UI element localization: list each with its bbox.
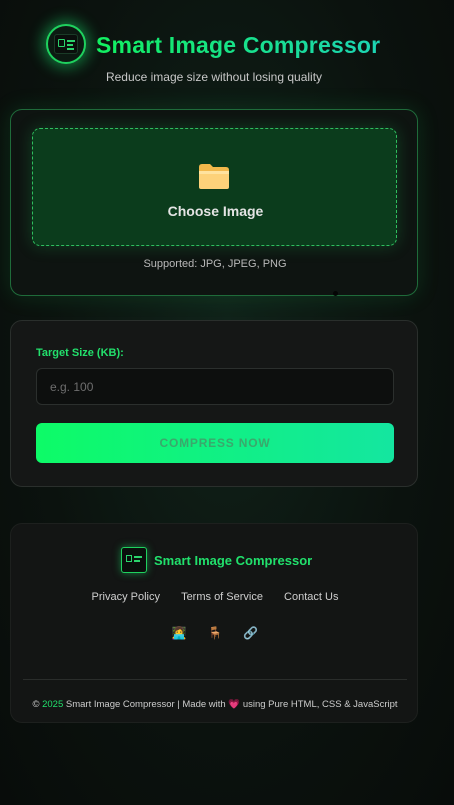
compress-logo-icon bbox=[46, 24, 86, 64]
footer-brand: Smart Image Compressor bbox=[154, 553, 313, 568]
footer-logo-icon bbox=[121, 547, 147, 573]
developer-icon[interactable]: 👩‍💻 bbox=[171, 625, 187, 641]
chair-icon[interactable]: 🪑 bbox=[207, 625, 223, 641]
copyright: © 2025 Smart Image Compressor | Made wit… bbox=[11, 699, 419, 710]
link-icon[interactable]: 🔗 bbox=[243, 625, 259, 641]
choose-image-dropzone[interactable]: Choose Image bbox=[32, 128, 397, 246]
logo-mark bbox=[54, 34, 78, 54]
target-size-input[interactable] bbox=[36, 368, 394, 405]
copyright-year: 2025 bbox=[42, 699, 64, 710]
choose-image-label: Choose Image bbox=[167, 203, 264, 219]
compress-now-button[interactable]: COMPRESS NOW bbox=[36, 423, 394, 463]
footer: Smart Image Compressor Privacy Policy Te… bbox=[10, 523, 418, 723]
app-title: Smart Image Compressor bbox=[96, 32, 381, 58]
footer-divider bbox=[23, 679, 407, 680]
decorative-dot bbox=[333, 291, 338, 296]
compress-card: Target Size (KB): COMPRESS NOW bbox=[10, 320, 418, 487]
footer-links: Privacy Policy Terms of Service Contact … bbox=[11, 591, 419, 603]
supported-formats: Supported: JPG, JPEG, PNG bbox=[143, 258, 287, 270]
privacy-policy-link[interactable]: Privacy Policy bbox=[92, 591, 160, 603]
app-subtitle: Reduce image size without losing quality bbox=[105, 70, 323, 84]
page: Smart Image Compressor Reduce image size… bbox=[0, 0, 454, 805]
terms-of-service-link[interactable]: Terms of Service bbox=[181, 591, 263, 603]
target-size-label: Target Size (KB): bbox=[36, 347, 124, 359]
copyright-symbol: © bbox=[32, 699, 40, 710]
copyright-suffix: using Pure HTML, CSS & JavaScript bbox=[242, 699, 398, 710]
heart-icon: 💗 bbox=[228, 699, 241, 710]
copyright-text: Smart Image Compressor | Made with bbox=[65, 699, 226, 710]
upload-card: Choose Image Supported: JPG, JPEG, PNG bbox=[10, 109, 418, 296]
folder-icon bbox=[199, 164, 229, 189]
contact-us-link[interactable]: Contact Us bbox=[284, 591, 338, 603]
social-links: 👩‍💻 🪑 🔗 bbox=[11, 625, 419, 641]
